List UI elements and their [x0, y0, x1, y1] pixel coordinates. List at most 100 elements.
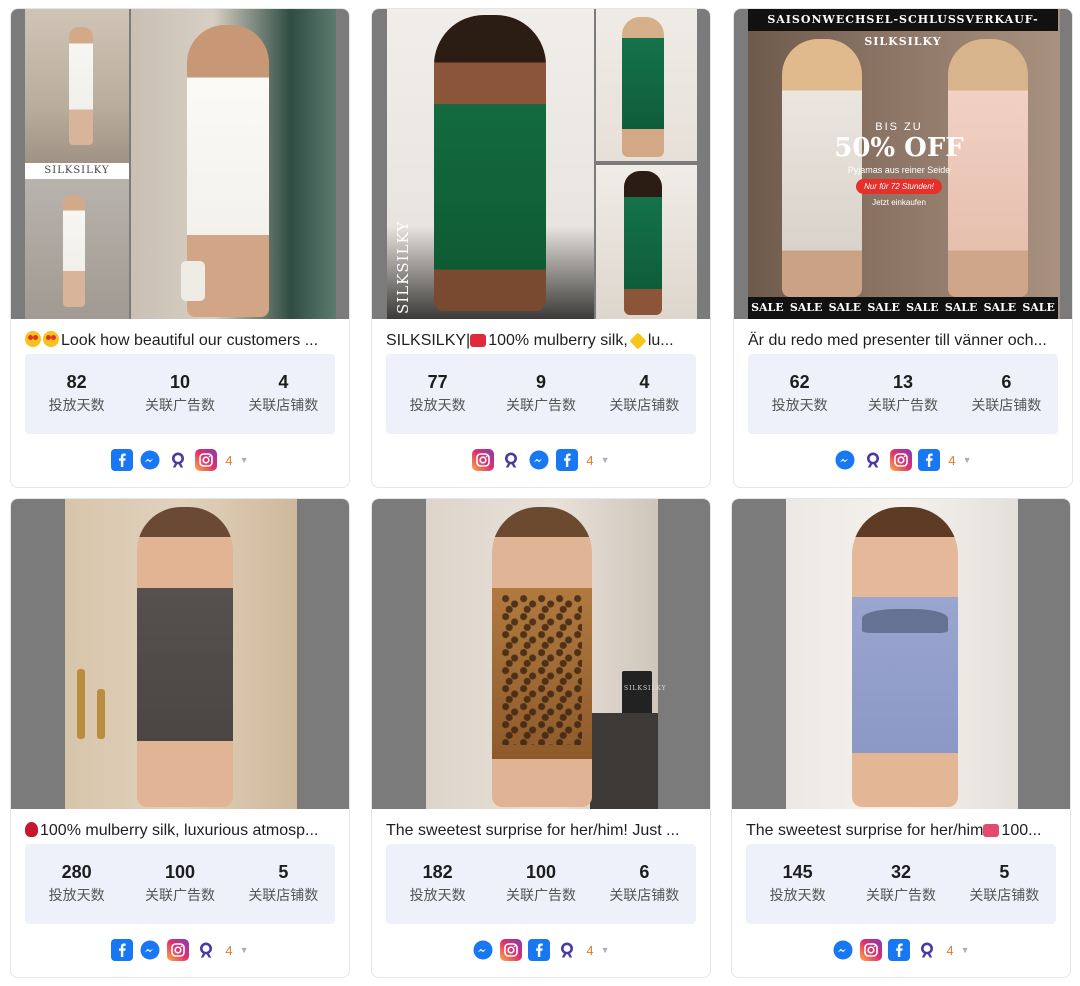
audience-network-icon[interactable] — [862, 449, 884, 471]
sale-tag: SALE — [906, 301, 939, 314]
stat-value: 6 — [639, 862, 650, 882]
ad-image[interactable] — [11, 499, 349, 809]
facebook-icon[interactable] — [111, 449, 134, 471]
ad-image[interactable]: SILKSILKY — [372, 9, 710, 319]
ad-title[interactable]: Är du redo med presenter till vänner och… — [748, 329, 1058, 353]
ad-image[interactable]: SAISONWECHSEL-SCHLUSSVERKAUF-SILKSILKY B… — [734, 9, 1072, 319]
platform-list[interactable]: 4 ▼ — [11, 449, 349, 471]
model-figure — [624, 171, 662, 315]
messenger-icon[interactable] — [139, 449, 161, 471]
ad-image[interactable]: SILKSILKY — [372, 499, 710, 809]
stat-related-shops: 6 关联店铺数 — [955, 354, 1058, 434]
stat-related-ads: 10 关联广告数 — [128, 354, 231, 434]
platform-count[interactable]: 4 — [946, 943, 953, 958]
facebook-icon[interactable] — [888, 939, 911, 961]
stat-value: 32 — [890, 862, 911, 882]
promo-subtitle: Pyjamas aus reiner Seide — [847, 165, 951, 175]
stat-label: 关联店铺数 — [609, 888, 680, 904]
decor-box — [622, 671, 652, 715]
sale-tag: SALE — [944, 301, 978, 314]
audience-network-icon[interactable] — [195, 939, 217, 961]
ad-image[interactable]: SILKSILKY — [11, 9, 349, 319]
stat-related-shops: 4 关联店铺数 — [593, 354, 696, 434]
ad-card[interactable]: SILKSILKY The sweetest surprise for her/… — [371, 498, 711, 978]
stat-label: 关联店铺数 — [609, 398, 680, 414]
ad-title[interactable]: Look how beautiful our customers ... — [25, 329, 335, 353]
messenger-icon[interactable] — [528, 449, 550, 471]
ad-card[interactable]: SILKSILKY SILKSILKY| 100% mulberry silk, l… — [371, 8, 711, 488]
stat-value: 4 — [278, 372, 289, 392]
chevron-down-icon[interactable]: ▼ — [240, 945, 249, 955]
facebook-icon[interactable] — [556, 449, 579, 471]
ad-title[interactable]: The sweetest surprise for her/him 100... — [746, 819, 1056, 843]
ad-title-text: Är du redo med presenter till vänner och… — [748, 332, 1047, 349]
facebook-icon[interactable] — [528, 939, 551, 961]
promo-badge: Nur für 72 Stunden! — [856, 179, 942, 194]
platform-count[interactable]: 4 — [948, 453, 955, 468]
instagram-icon[interactable] — [860, 939, 883, 961]
ad-card[interactable]: The sweetest surprise for her/him 100... … — [731, 498, 1071, 978]
chevron-down-icon[interactable]: ▼ — [963, 455, 972, 465]
messenger-icon[interactable] — [139, 939, 161, 961]
promo-discount: 50% OFF — [834, 133, 964, 163]
stat-label: 投放天数 — [769, 888, 826, 904]
ad-title[interactable]: SILKSILKY| 100% mulberry silk, lu... — [386, 329, 696, 353]
ad-card[interactable]: SAISONWECHSEL-SCHLUSSVERKAUF-SILKSILKY B… — [733, 8, 1073, 488]
stat-related-ads: 32 关联广告数 — [849, 844, 952, 924]
sale-tag: SALE — [828, 301, 862, 314]
decor-candle — [77, 669, 85, 739]
stat-label: 投放天数 — [48, 398, 105, 414]
lace-detail — [862, 609, 948, 633]
ad-image[interactable] — [732, 499, 1070, 809]
audience-network-icon[interactable] — [556, 939, 578, 961]
sale-tag: SALE — [983, 301, 1017, 314]
instagram-icon[interactable] — [195, 449, 218, 471]
stat-label: 关联广告数 — [865, 888, 936, 904]
platform-count[interactable]: 4 — [225, 943, 232, 958]
leopard-spots — [502, 595, 582, 745]
platform-count[interactable]: 4 — [225, 453, 232, 468]
audience-network-icon[interactable] — [916, 939, 938, 961]
stat-run-days: 77 投放天数 — [386, 354, 489, 434]
handbag — [181, 261, 205, 301]
facebook-icon[interactable] — [918, 449, 941, 471]
ad-title[interactable]: 100% mulberry silk, luxurious atmosp... — [25, 819, 335, 843]
ad-card[interactable]: 100% mulberry silk, luxurious atmosp... … — [10, 498, 350, 978]
audience-network-icon[interactable] — [500, 449, 522, 471]
sale-tag: SALE — [1022, 301, 1055, 314]
stat-value: 280 — [61, 862, 92, 882]
ad-title-text: The sweetest surprise for her/him — [746, 822, 984, 839]
ad-stats: 182 投放天数 100 关联广告数 6 关联店铺数 — [386, 844, 696, 924]
ad-title-text: 100... — [1001, 822, 1042, 839]
sparkle-emoji-icon — [629, 332, 647, 350]
chevron-down-icon[interactable]: ▼ — [601, 455, 610, 465]
chevron-down-icon[interactable]: ▼ — [240, 455, 249, 465]
stat-label: 投放天数 — [48, 888, 105, 904]
ad-title[interactable]: The sweetest surprise for her/him! Just … — [386, 819, 696, 843]
platform-list[interactable]: 4 ▼ — [372, 449, 710, 471]
star-struck-emoji-icon — [25, 331, 41, 347]
stat-value: 100 — [525, 862, 557, 882]
stat-run-days: 62 投放天数 — [748, 354, 851, 434]
stat-label: 投放天数 — [409, 398, 466, 414]
platform-list[interactable]: 4 ▼ — [734, 449, 1072, 471]
ad-title-text: 100% mulberry silk, — [488, 332, 628, 349]
messenger-icon[interactable] — [472, 939, 494, 961]
messenger-icon[interactable] — [832, 939, 854, 961]
platform-count[interactable]: 4 — [586, 943, 593, 958]
chevron-down-icon[interactable]: ▼ — [961, 945, 970, 955]
platform-list[interactable]: 4 ▼ — [372, 939, 710, 961]
instagram-icon[interactable] — [167, 939, 190, 961]
instagram-icon[interactable] — [890, 449, 913, 471]
ad-card[interactable]: SILKSILKY Look how beautiful our custome… — [10, 8, 350, 488]
instagram-icon[interactable] — [500, 939, 523, 961]
platform-count[interactable]: 4 — [586, 453, 593, 468]
instagram-icon[interactable] — [472, 449, 495, 471]
audience-network-icon[interactable] — [167, 449, 189, 471]
platform-list[interactable]: 4 ▼ — [11, 939, 349, 961]
platform-list[interactable]: 4 ▼ — [732, 939, 1070, 961]
chevron-down-icon[interactable]: ▼ — [601, 945, 610, 955]
messenger-icon[interactable] — [834, 449, 856, 471]
facebook-icon[interactable] — [111, 939, 134, 961]
sale-tag: SALE — [751, 301, 784, 314]
